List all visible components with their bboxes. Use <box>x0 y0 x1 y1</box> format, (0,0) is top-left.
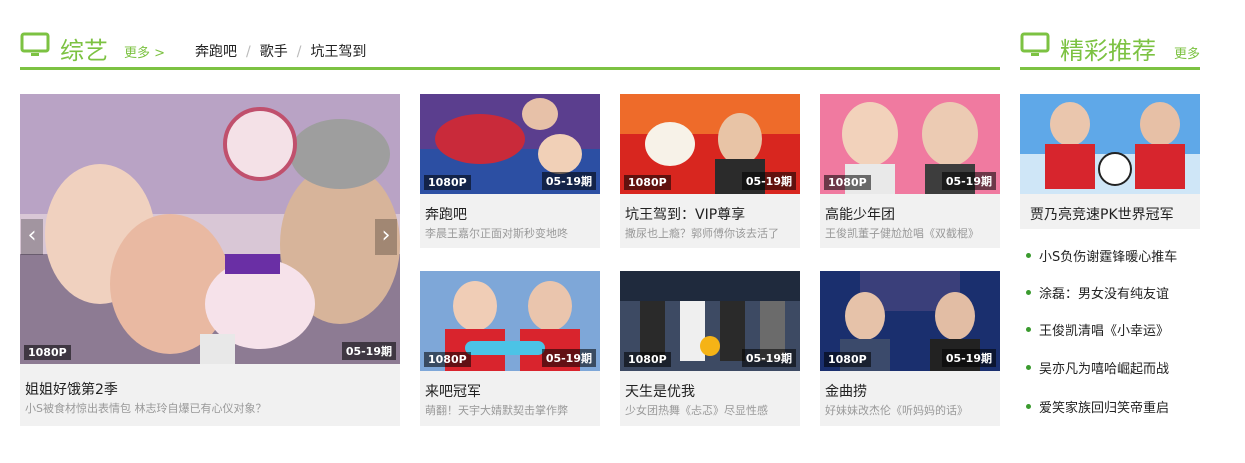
recommend-thumbnail[interactable] <box>1020 94 1200 194</box>
list-item[interactable]: 涂磊：男女没有纯友谊 <box>1026 283 1169 302</box>
list-item[interactable]: 小S负伤谢霆锋暖心推车 <box>1026 246 1177 265</box>
bullet-icon <box>1026 404 1031 409</box>
quality-badge: 1080P <box>24 345 71 360</box>
episode-badge: 05-19期 <box>541 172 596 190</box>
video-thumbnail[interactable]: 1080P 05-19期 <box>420 94 600 194</box>
video-card[interactable]: 1080P 05-19期 高能少年团 王俊凯董子健尬尬唱《双截棍》 <box>820 94 1000 248</box>
card-title[interactable]: 金曲捞 <box>825 381 867 401</box>
episode-badge: 05-19期 <box>341 342 396 360</box>
variety-title: 综艺 <box>60 37 108 65</box>
bullet-icon <box>1026 253 1031 258</box>
variety-header: 综艺 更多 > 奔跑吧 / 歌手 / 坑王驾到 <box>20 28 1000 70</box>
episode-badge: 05-19期 <box>941 172 996 190</box>
card-subtitle[interactable]: 王俊凯董子健尬尬唱《双截棍》 <box>825 225 979 241</box>
featured-header: 精彩推荐 更多 <box>1020 28 1200 70</box>
list-item-label: 吴亦凡为嘻哈崛起而战 <box>1039 362 1170 377</box>
card-subtitle[interactable]: 李晨王嘉尔正面对斯秒变地咚 <box>425 225 568 241</box>
carousel-prev-button[interactable]: ‹ <box>21 219 43 255</box>
video-thumbnail[interactable]: 1080P 05-19期 <box>820 94 1000 194</box>
video-thumbnail[interactable]: 1080P 05-19期 <box>620 94 800 194</box>
card-subtitle[interactable]: 萌翻！天宇大婧默契击掌作弊 <box>425 402 568 418</box>
episode-badge: 05-19期 <box>541 349 596 367</box>
quality-badge: 1080P <box>424 175 471 190</box>
tab-separator: / <box>296 44 302 60</box>
list-item[interactable]: 吴亦凡为嘻哈崛起而战 <box>1026 358 1169 377</box>
video-card[interactable]: 1080P 05-19期 来吧冠军 萌翻！天宇大婧默契击掌作弊 <box>420 271 600 426</box>
main-card-subtitle[interactable]: 小S被食材惊出表情包 林志玲自爆已有心仪对象？ <box>25 400 266 416</box>
quality-badge: 1080P <box>624 352 671 367</box>
tab-geshou[interactable]: 歌手 <box>260 44 288 60</box>
quality-badge: 1080P <box>424 352 471 367</box>
episode-badge: 05-19期 <box>941 349 996 367</box>
card-title[interactable]: 奔跑吧 <box>425 204 467 224</box>
featured-more-link[interactable]: 更多 <box>1174 43 1200 62</box>
thumbnail-image <box>1020 94 1200 194</box>
tab-benpaoba[interactable]: 奔跑吧 <box>195 44 237 60</box>
video-thumbnail[interactable]: 1080P 05-19期 <box>420 271 600 371</box>
featured-title: 精彩推荐 <box>1060 37 1156 65</box>
quality-badge: 1080P <box>824 175 871 190</box>
video-card[interactable]: 1080P 05-19期 金曲捞 好妹妹改杰伦《听妈妈的话》 <box>820 271 1000 426</box>
card-title[interactable]: 来吧冠军 <box>425 381 481 401</box>
carousel-next-button[interactable]: › <box>375 219 397 255</box>
recommend-top-title[interactable]: 贾乃亮竞速PK世界冠军 <box>1030 204 1174 224</box>
main-thumbnail[interactable]: 1080P 05-19期 ‹ › <box>20 94 400 364</box>
list-item-label: 涂磊：男女没有纯友谊 <box>1039 287 1170 302</box>
video-thumbnail[interactable]: 1080P 05-19期 <box>820 271 1000 371</box>
card-subtitle[interactable]: 好妹妹改杰伦《听妈妈的话》 <box>825 402 968 418</box>
list-item[interactable]: 爱笑家族回归笑帝重启 <box>1026 397 1169 416</box>
tab-kengwang[interactable]: 坑王驾到 <box>310 44 366 60</box>
card-subtitle[interactable]: 撒尿也上瘾？郭师傅你该去活了 <box>625 225 779 241</box>
card-title[interactable]: 天生是优我 <box>625 381 695 401</box>
main-video-card[interactable]: 1080P 05-19期 ‹ › 姐姐好饿第2季 小S被食材惊出表情包 林志玲自… <box>20 94 400 426</box>
card-subtitle[interactable]: 少女团热舞《忐忑》尽显性感 <box>625 402 768 418</box>
bullet-icon <box>1026 365 1031 370</box>
variety-tabs: 奔跑吧 / 歌手 / 坑王驾到 <box>195 41 366 61</box>
recommend-top-card[interactable]: 贾乃亮竞速PK世界冠军 <box>1020 94 1200 229</box>
episode-badge: 05-19期 <box>741 349 796 367</box>
list-item[interactable]: 王俊凯清唱《小幸运》 <box>1026 320 1169 339</box>
card-title[interactable]: 坑王驾到：VIP尊享 <box>625 204 745 224</box>
list-item-label: 小S负伤谢霆锋暖心推车 <box>1039 250 1178 265</box>
episode-badge: 05-19期 <box>741 172 796 190</box>
main-card-title[interactable]: 姐姐好饿第2季 <box>25 379 118 399</box>
main-thumbnail-image <box>20 94 400 364</box>
list-item-label: 爱笑家族回归笑帝重启 <box>1039 401 1170 416</box>
video-card[interactable]: 1080P 05-19期 奔跑吧 李晨王嘉尔正面对斯秒变地咚 <box>420 94 600 248</box>
video-thumbnail[interactable]: 1080P 05-19期 <box>620 271 800 371</box>
list-item-label: 王俊凯清唱《小幸运》 <box>1039 324 1170 339</box>
video-card[interactable]: 1080P 05-19期 坑王驾到：VIP尊享 撒尿也上瘾？郭师傅你该去活了 <box>620 94 800 248</box>
card-title[interactable]: 高能少年团 <box>825 204 895 224</box>
tv-icon <box>1020 32 1050 56</box>
tab-separator: / <box>246 44 251 60</box>
variety-more-link[interactable]: 更多 > <box>124 42 165 61</box>
quality-badge: 1080P <box>624 175 671 190</box>
video-card[interactable]: 1080P 05-19期 天生是优我 少女团热舞《忐忑》尽显性感 <box>620 271 800 426</box>
tv-icon <box>20 32 50 56</box>
bullet-icon <box>1026 327 1031 332</box>
bullet-icon <box>1026 290 1031 295</box>
quality-badge: 1080P <box>824 352 871 367</box>
